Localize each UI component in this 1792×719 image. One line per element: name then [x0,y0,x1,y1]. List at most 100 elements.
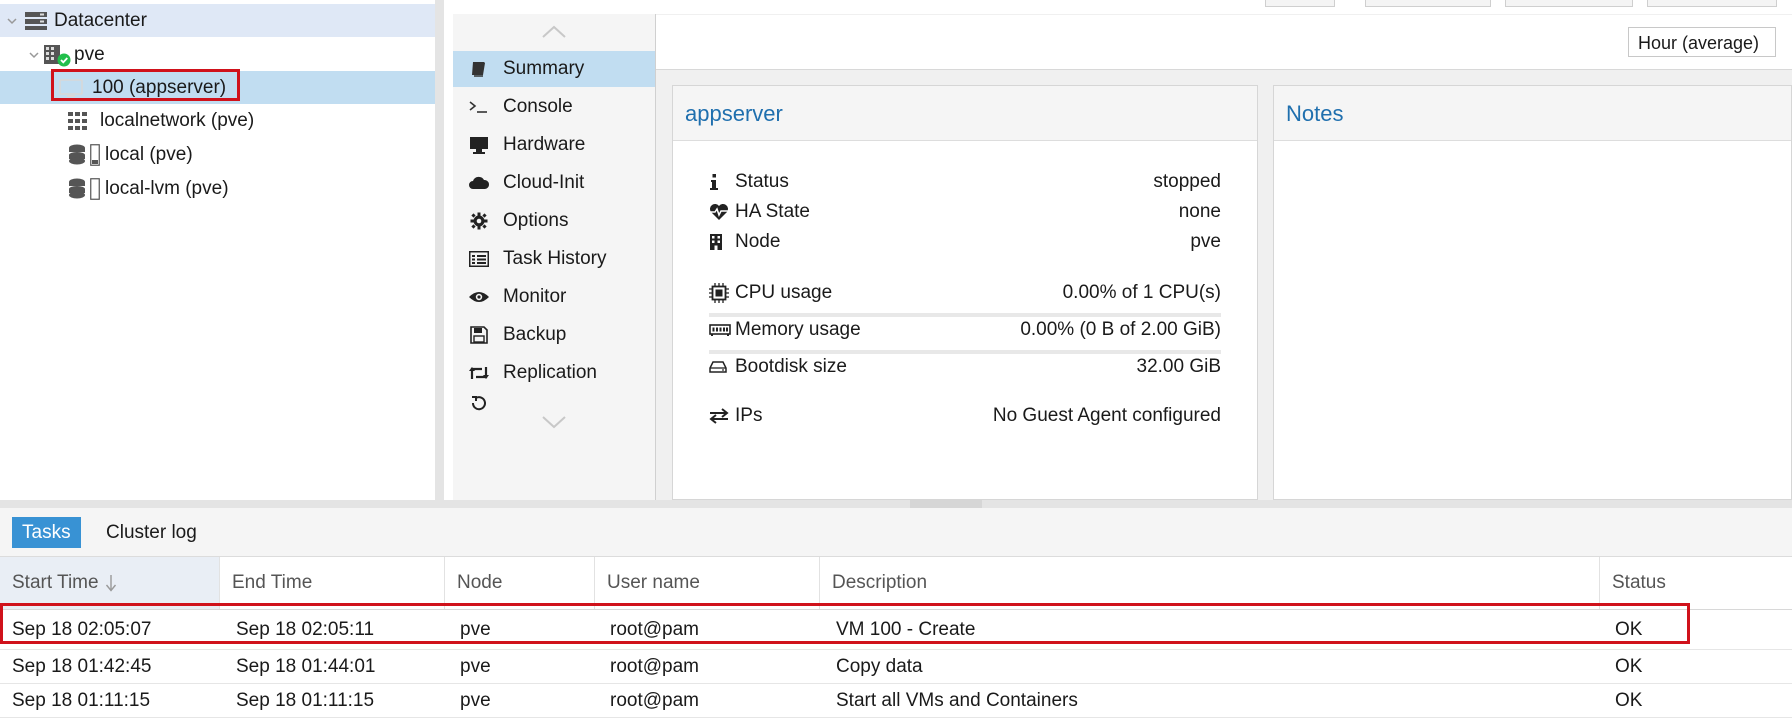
menu-item-task-history[interactable]: Task History [453,241,655,277]
menu-label: Backup [503,324,567,345]
toolbar-button[interactable] [1265,0,1335,7]
cell-user: root@pam [610,656,699,677]
expand-arrow-icon[interactable] [6,15,18,27]
column-header-user-name[interactable]: User name [595,557,820,609]
heartbeat-icon [709,203,735,221]
memory-icon [709,323,735,337]
panel-splitter[interactable] [0,500,1792,508]
tab-tasks[interactable]: Tasks [12,517,81,548]
memory-usage-label: Memory usage [735,319,861,340]
menu-item-backup[interactable]: Backup [453,317,655,353]
menu-label: Monitor [503,286,567,307]
menu-label: Task History [503,248,607,269]
cpu-usage-label: CPU usage [735,282,833,303]
cpu-usage-row: CPU usage 0.00% of 1 CPU(s) [709,279,1221,307]
toolbar-button[interactable] [1505,0,1633,7]
tree-label-storage-local: local (pve) [105,143,193,165]
cell-end-time: Sep 18 01:11:15 [236,690,375,711]
bootdisk-row: Bootdisk size 32.00 GiB [709,353,1221,381]
memory-usage-row: Memory usage 0.00% (0 B of 2.00 GiB) [709,316,1221,344]
column-header-start-time[interactable]: Start Time [0,557,220,609]
tree-item-vm-100[interactable]: 100 (appserver) [0,69,435,104]
network-grid-icon [68,111,88,130]
summary-toolbar: Hour (average) [656,15,1792,70]
scroll-down-arrow[interactable] [541,414,567,430]
toolbar-button[interactable] [1647,0,1777,7]
database-icon [68,144,86,166]
history-icon [467,393,491,413]
ips-value: No Guest Agent configured [992,405,1221,426]
building-icon [709,233,735,251]
column-label: End Time [232,572,313,593]
cell-start-time: Sep 18 01:42:45 [12,656,152,677]
cell-status: OK [1615,690,1643,711]
cell-node: pve [460,690,491,711]
tree-label-storage-lvm: local-lvm (pve) [105,177,229,199]
menu-item-hardware[interactable]: Hardware [453,127,655,163]
cpu-chip-icon [709,283,735,303]
menu-label: Options [503,210,569,231]
exchange-icon [709,408,735,424]
storage-usage-icon [90,143,100,166]
tree-item-datacenter[interactable]: Datacenter [0,4,435,37]
menu-item-replication[interactable]: Replication [453,355,655,391]
cell-description: Start all VMs and Containers [836,690,1078,711]
cell-start-time: Sep 18 01:11:15 [12,690,151,711]
menu-label: Summary [503,58,585,79]
list-icon [467,249,491,269]
table-row[interactable]: Sep 18 01:42:45 Sep 18 01:44:01 pve root… [0,650,1792,684]
tree-item-node-pve[interactable]: pve [0,38,435,71]
storage-usage-icon [90,177,100,200]
eye-icon [467,287,491,307]
column-header-status[interactable]: Status [1600,557,1792,609]
column-label: Start Time [12,572,99,593]
vm-status-panel: appserver Status stopped HA State none N… [672,85,1258,500]
node-label: Node [735,231,781,252]
hdd-icon [709,360,735,374]
column-header-node[interactable]: Node [445,557,595,609]
menu-item-snapshots-partial[interactable] [453,393,655,413]
menu-label: Replication [503,362,597,383]
expand-arrow-icon[interactable] [28,49,40,61]
toolbar-button[interactable] [1365,0,1491,7]
tree-item-storage-local[interactable]: local (pve) [0,138,435,171]
status-value: stopped [1153,171,1221,192]
menu-item-summary[interactable]: Summary [453,51,655,87]
highlight-box [0,603,1690,644]
tree-item-localnetwork[interactable]: localnetwork (pve) [0,104,435,137]
tab-cluster-log[interactable]: Cluster log [96,517,207,548]
cell-description: Copy data [836,656,923,677]
panel-title: Notes [1274,86,1791,141]
tree-item-storage-lvm[interactable]: local-lvm (pve) [0,172,435,205]
bootdisk-value: 32.00 GiB [1136,356,1222,377]
splitter-handle[interactable] [910,500,982,508]
column-label: Node [457,572,503,593]
database-icon [68,178,86,200]
menu-item-options[interactable]: Options [453,203,655,239]
cell-user: root@pam [610,690,699,711]
scroll-up-arrow[interactable] [541,24,567,40]
column-label: User name [607,572,700,593]
cell-node: pve [460,656,491,677]
table-row[interactable]: Sep 18 01:11:15 Sep 18 01:11:15 pve root… [0,684,1792,718]
ha-state-label: HA State [735,201,810,222]
panel-title: appserver [673,86,1257,141]
cell-end-time: Sep 18 01:44:01 [236,656,376,677]
menu-item-console[interactable]: Console [453,89,655,125]
timeframe-select[interactable]: Hour (average) [1628,27,1776,57]
menu-label: Hardware [503,134,586,155]
column-header-end-time[interactable]: End Time [220,557,445,609]
node-online-icon [42,43,72,67]
tree-label-datacenter: Datacenter [54,9,147,31]
memory-usage-value: 0.00% (0 B of 2.00 GiB) [1020,319,1221,340]
resource-tree: Datacenter pve 100 (appserver) localnetw… [0,0,444,500]
column-header-description[interactable]: Description [820,557,1600,609]
datacenter-icon [24,11,48,31]
ips-row: IPs No Guest Agent configured [709,402,1221,430]
ips-label: IPs [735,405,763,426]
menu-item-monitor[interactable]: Monitor [453,279,655,315]
notes-panel: Notes [1273,85,1792,500]
floppy-icon [467,325,491,345]
menu-item-cloud-init[interactable]: Cloud-Init [453,165,655,201]
book-icon [467,59,491,79]
